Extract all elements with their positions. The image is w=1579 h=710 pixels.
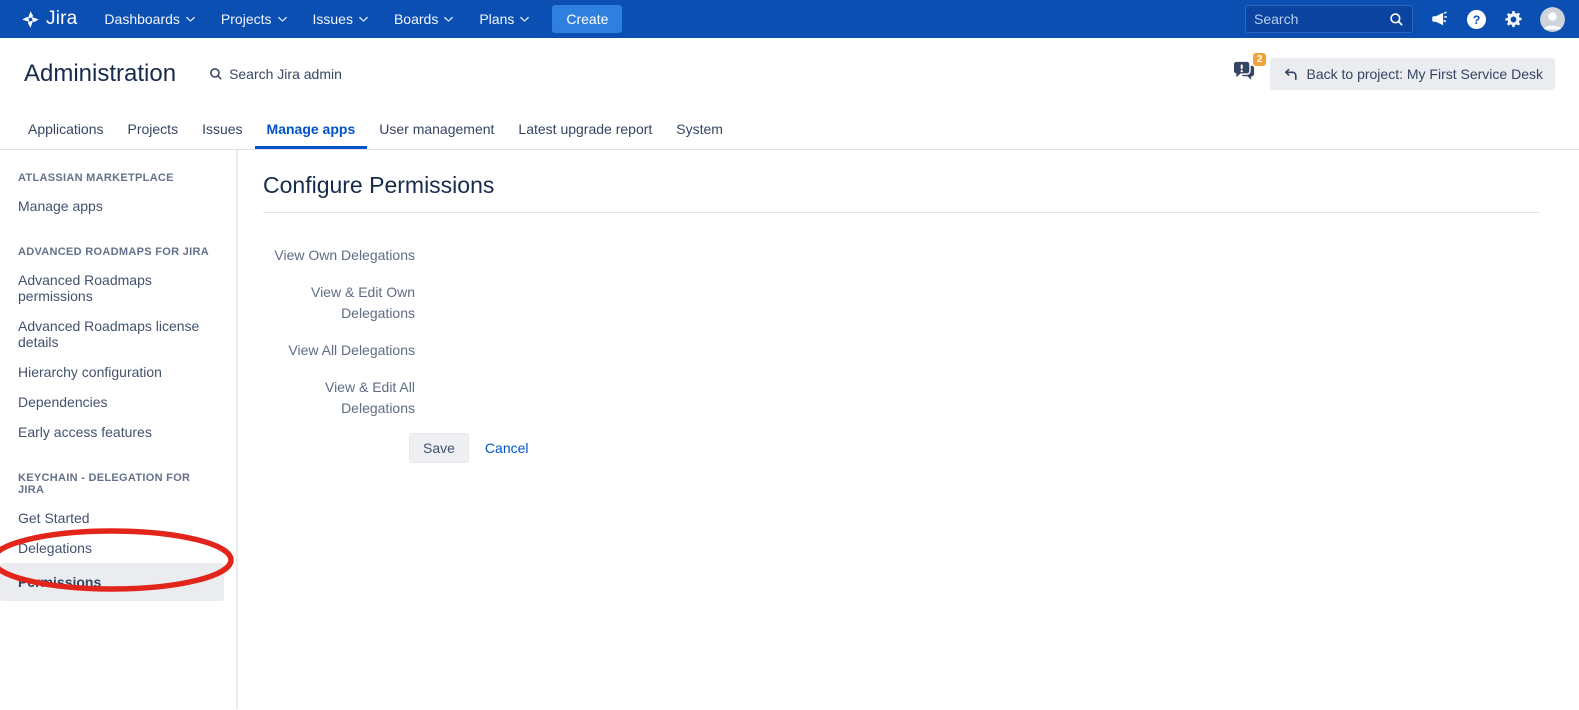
admin-search[interactable]: Search Jira admin: [209, 66, 342, 82]
nav-item-dashboards[interactable]: Dashboards: [91, 0, 208, 38]
chevron-down-icon: [444, 16, 453, 22]
nav-item-label: Boards: [394, 11, 438, 27]
announcements-icon[interactable]: [1430, 10, 1449, 28]
navbar-right: ?: [1245, 5, 1565, 33]
feedback-icon[interactable]: 2: [1232, 60, 1257, 88]
top-navbar: Jira Dashboards Projects Issues Boards Plans…: [0, 0, 1579, 38]
nav-item-label: Dashboards: [104, 11, 180, 27]
permission-group-label: View Own Delegations: [263, 243, 415, 266]
header-right: 2 Back to project: My First Service Desk: [1232, 58, 1555, 90]
page: Jira DashboardsProjectsIssuesBoardsPlans…: [0, 0, 1579, 710]
save-button[interactable]: Save: [409, 433, 469, 463]
permission-group-label: View & Edit All Delegations: [263, 375, 415, 419]
jira-logo-icon: [20, 9, 41, 30]
nav-item-projects[interactable]: Projects: [208, 0, 300, 38]
nav-item-label: Plans: [479, 11, 514, 27]
logo-text: Jira: [46, 8, 77, 30]
tab-latest-upgrade-report[interactable]: Latest upgrade report: [506, 110, 664, 149]
sidebar-section-heading: ADVANCED ROADMAPS FOR JIRA: [18, 246, 218, 258]
nav-item-issues[interactable]: Issues: [300, 0, 381, 38]
navbar-menu: Dashboards Projects Issues Boards Plans: [91, 0, 542, 38]
permission-group-label: View All Delegations: [263, 338, 415, 361]
sidebar-item-hierarchy-configuration[interactable]: Hierarchy configuration: [18, 357, 210, 387]
sidebar-item-advanced-roadmaps-license-details[interactable]: Advanced Roadmaps license details: [18, 311, 210, 357]
sidebar-item-early-access-features[interactable]: Early access features: [18, 417, 210, 447]
tab-user-management[interactable]: User management: [367, 110, 506, 149]
jira-logo[interactable]: Jira: [20, 8, 77, 30]
main-content: Configure Permissions View Own Delegatio…: [238, 150, 1579, 709]
back-arrow-icon: [1282, 68, 1298, 81]
notification-badge: 2: [1253, 53, 1267, 66]
tab-issues[interactable]: Issues: [190, 110, 254, 149]
sidebar-section-heading: KEYCHAIN - DELEGATION FOR JIRA: [18, 472, 218, 496]
form-actions: Save Cancel: [409, 433, 1540, 463]
sidebar-item-manage-apps[interactable]: Manage apps: [18, 191, 210, 221]
permission-group-label: View & Edit Own Delegations: [263, 280, 415, 324]
page-title: Administration: [24, 60, 176, 88]
nav-item-label: Issues: [313, 11, 353, 27]
sidebar-section-heading: ATLASSIAN MARKETPLACE: [18, 172, 218, 184]
navbar-search-box[interactable]: [1245, 5, 1413, 33]
sidebar-section: KEYCHAIN - DELEGATION FOR JIRA Get Starte…: [18, 472, 218, 601]
cancel-link[interactable]: Cancel: [477, 434, 537, 462]
admin-search-label: Search Jira admin: [229, 66, 342, 82]
tab-manage-apps[interactable]: Manage apps: [255, 110, 368, 149]
settings-gear-icon[interactable]: [1504, 10, 1523, 29]
section-title: Configure Permissions: [263, 172, 1540, 213]
svg-text:?: ?: [1473, 12, 1481, 26]
tab-system[interactable]: System: [664, 110, 735, 149]
chevron-down-icon: [278, 16, 287, 22]
tab-applications[interactable]: Applications: [16, 110, 116, 149]
nav-item-plans[interactable]: Plans: [466, 0, 542, 38]
chevron-down-icon: [520, 16, 529, 22]
sidebar-item-get-started[interactable]: Get Started: [18, 503, 210, 533]
permissions-form: View Own Delegations View & Edit Own Dele…: [263, 243, 1540, 419]
back-to-project-button[interactable]: Back to project: My First Service Desk: [1270, 58, 1555, 90]
permission-group: View All Delegations: [263, 338, 1540, 361]
sidebar-section: ADVANCED ROADMAPS FOR JIRA Advanced Roadm…: [18, 246, 218, 447]
admin-tab-bar: ApplicationsProjectsIssuesManage appsUse…: [0, 110, 1579, 150]
back-button-label: Back to project: My First Service Desk: [1306, 66, 1543, 82]
sidebar-item-permissions[interactable]: Permissions: [0, 563, 224, 601]
chevron-down-icon: [359, 16, 368, 22]
sidebar-section: ATLASSIAN MARKETPLACE Manage apps: [18, 172, 218, 221]
sidebar-item-advanced-roadmaps-permissions[interactable]: Advanced Roadmaps permissions: [18, 265, 210, 311]
search-icon: [1389, 12, 1404, 27]
admin-search-icon: [209, 67, 223, 81]
nav-item-boards[interactable]: Boards: [381, 0, 466, 38]
permission-group: View Own Delegations: [263, 243, 1540, 266]
create-button[interactable]: Create: [552, 5, 622, 33]
admin-header: Administration Search Jira admin 2: [0, 38, 1579, 110]
sidebar: ATLASSIAN MARKETPLACE Manage apps ADVANCED…: [0, 150, 238, 709]
body: ATLASSIAN MARKETPLACE Manage apps ADVANCED…: [0, 150, 1579, 709]
navbar-search-input[interactable]: [1254, 11, 1389, 27]
sidebar-item-delegations[interactable]: Delegations: [18, 533, 210, 563]
user-avatar[interactable]: [1540, 7, 1565, 32]
nav-item-label: Projects: [221, 11, 272, 27]
sidebar-item-dependencies[interactable]: Dependencies: [18, 387, 210, 417]
help-icon[interactable]: ?: [1466, 9, 1487, 30]
tab-projects[interactable]: Projects: [116, 110, 191, 149]
permission-group: View & Edit All Delegations: [263, 375, 1540, 419]
permission-group: View & Edit Own Delegations: [263, 280, 1540, 324]
chevron-down-icon: [186, 16, 195, 22]
